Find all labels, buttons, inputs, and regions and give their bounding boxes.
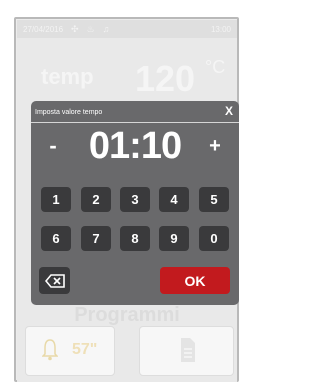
backspace-icon [44,273,65,288]
temperature-label: temp [41,64,94,89]
close-button[interactable]: X [225,104,233,118]
dialog-header: Imposta valore tempo X [31,101,239,123]
ok-button[interactable]: OK [160,267,230,294]
key-6[interactable]: 6 [41,226,71,251]
time-dialog: Imposta valore tempo X - 01:10 + 1 2 3 4… [31,101,239,305]
dialog-title: Imposta valore tempo [35,109,103,116]
decrement-button[interactable]: - [43,133,63,159]
key-7[interactable]: 7 [81,226,111,251]
bell-icon: ♫ [102,24,110,34]
fan-icon: ✣ [71,23,79,34]
backspace-button[interactable] [39,267,70,294]
key-9[interactable]: 9 [159,226,189,251]
temperature-unit: °C [205,57,226,77]
key-4[interactable]: 4 [159,187,189,212]
key-8[interactable]: 8 [120,226,150,251]
document-icon [181,338,195,362]
time-row: - 01:10 + [31,125,239,167]
key-3[interactable]: 3 [120,187,150,212]
key-2[interactable]: 2 [81,187,111,212]
programs-label: Programmi [74,304,180,326]
status-time: 13:00 [210,24,231,34]
heating-icon: ♨ [86,23,95,34]
status-date: 27/04/2016 [23,24,64,34]
increment-button[interactable]: + [205,135,225,158]
alarm-tile[interactable]: 57" [25,326,115,376]
key-1[interactable]: 1 [41,187,71,212]
key-0[interactable]: 0 [199,226,229,251]
temperature-value: 120 [135,58,196,99]
alarm-tile-value: 57" [72,341,98,358]
key-5[interactable]: 5 [199,187,229,212]
alarm-bell-icon [42,339,58,361]
status-bar: 27/04/2016 ✣ ♨ ♫ 13:00 [17,20,237,38]
document-tile[interactable] [139,326,234,376]
time-value: 01:10 [88,125,182,167]
